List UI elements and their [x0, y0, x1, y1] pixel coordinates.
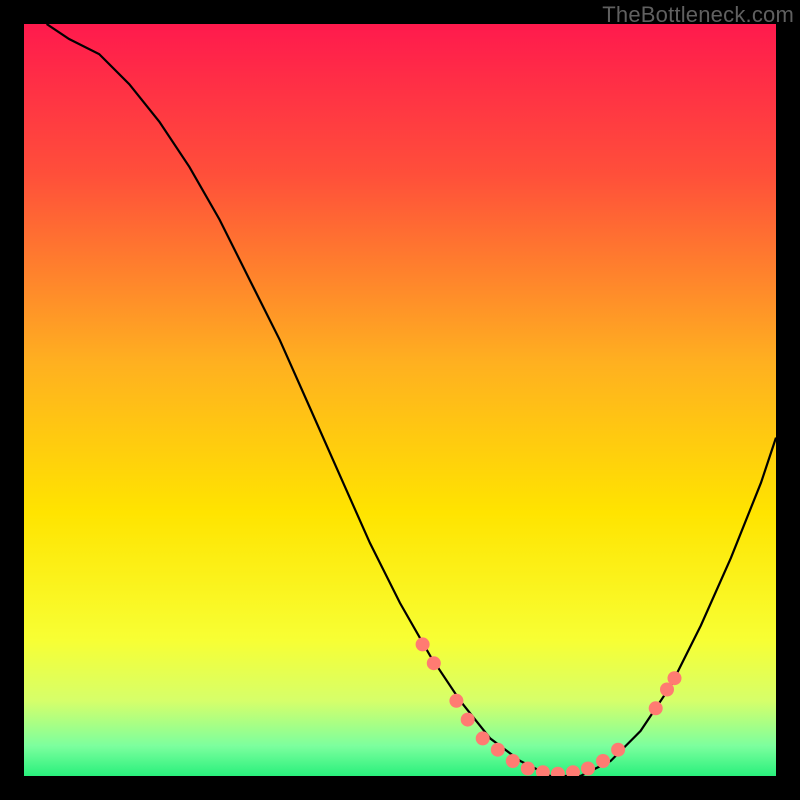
data-marker — [461, 713, 475, 727]
chart-canvas — [24, 24, 776, 776]
data-marker — [596, 754, 610, 768]
data-marker — [581, 762, 595, 776]
chart-frame — [24, 24, 776, 776]
data-marker — [521, 762, 535, 776]
data-marker — [491, 743, 505, 757]
gradient-background — [24, 24, 776, 776]
data-marker — [668, 671, 682, 685]
data-marker — [611, 743, 625, 757]
watermark-text: TheBottleneck.com — [602, 2, 794, 28]
data-marker — [427, 656, 441, 670]
data-marker — [649, 701, 663, 715]
data-marker — [416, 637, 430, 651]
data-marker — [449, 694, 463, 708]
data-marker — [506, 754, 520, 768]
data-marker — [476, 731, 490, 745]
